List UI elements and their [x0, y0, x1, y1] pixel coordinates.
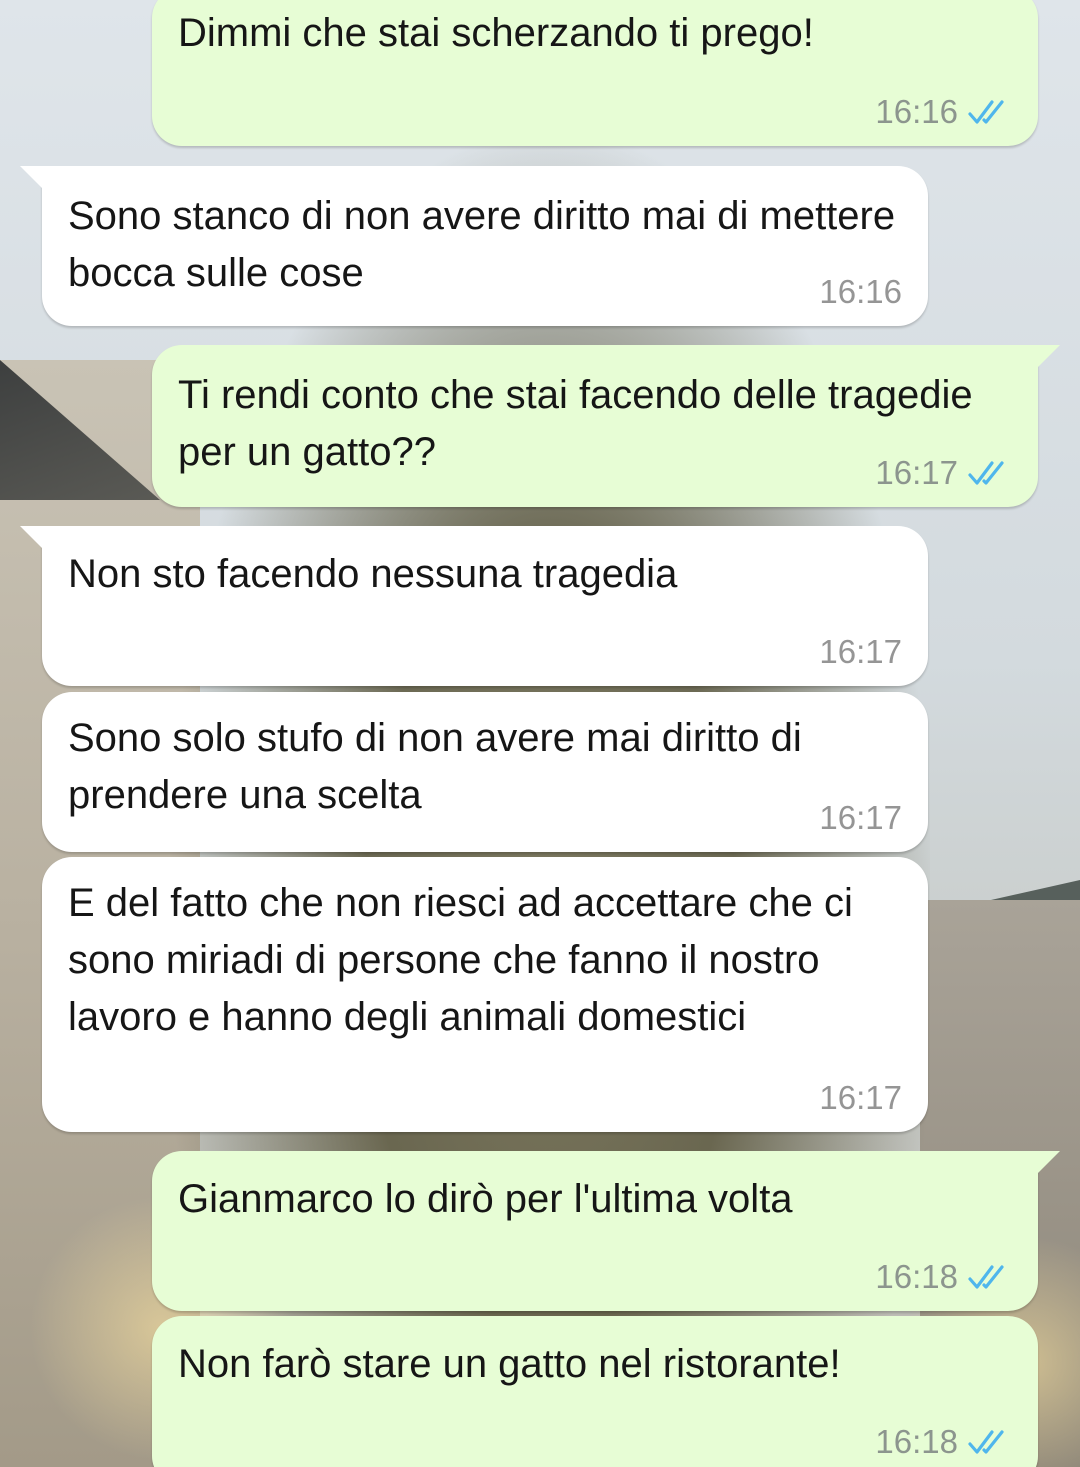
- message-bubble-incoming[interactable]: Non sto facendo nessuna tragedia 16:17: [20, 526, 928, 686]
- message-time: 16:16: [875, 93, 958, 130]
- message-text: Gianmarco lo dirò per l'ultima volta: [178, 1177, 793, 1221]
- message-meta: 16:18: [875, 1257, 1012, 1297]
- bubble-tail: [1036, 345, 1060, 369]
- message-text: Dimmi che stai scherzando ti prego!: [178, 11, 814, 55]
- message-bubble-outgoing[interactable]: Gianmarco lo dirò per l'ultima volta 16:…: [152, 1151, 1060, 1311]
- message-time: 16:17: [819, 799, 902, 836]
- message-meta: 16:16: [875, 92, 1012, 132]
- message-bubble-outgoing[interactable]: Non farò stare un gatto nel ristorante! …: [152, 1316, 1038, 1467]
- message-meta: 16:18: [875, 1422, 1012, 1462]
- message-text: Sono solo stufo di non avere mai diritto…: [68, 716, 813, 817]
- message-bubble-incoming[interactable]: Sono stanco di non avere diritto mai di …: [20, 166, 928, 326]
- message-bubble-incoming[interactable]: E del fatto che non riesci ad accettare …: [42, 857, 928, 1132]
- message-bubble-outgoing[interactable]: Dimmi che stai scherzando ti prego! 16:1…: [152, 0, 1038, 146]
- message-meta: 16:17: [819, 1078, 902, 1118]
- message-time: 16:16: [819, 273, 902, 310]
- message-time: 16:17: [819, 1079, 902, 1116]
- message-meta: 16:16: [819, 272, 902, 312]
- message-time: 16:17: [875, 454, 958, 491]
- message-text: E del fatto che non riesci ad accettare …: [68, 881, 865, 1039]
- message-text: Non sto facendo nessuna tragedia: [68, 552, 678, 596]
- message-time: 16:18: [875, 1423, 958, 1460]
- bubble-tail: [20, 166, 44, 190]
- double-check-read-icon: [968, 98, 1012, 126]
- chat-conversation: Dimmi che stai scherzando ti prego! 16:1…: [0, 0, 1080, 1467]
- message-meta: 16:17: [875, 453, 1012, 493]
- message-text: Sono stanco di non avere diritto mai di …: [68, 194, 907, 295]
- message-time: 16:18: [875, 1258, 958, 1295]
- double-check-read-icon: [968, 1428, 1012, 1456]
- message-bubble-incoming[interactable]: Sono solo stufo di non avere mai diritto…: [42, 692, 928, 852]
- message-meta: 16:17: [819, 798, 902, 838]
- message-bubble-outgoing[interactable]: Ti rendi conto che stai facendo delle tr…: [152, 345, 1060, 507]
- message-time: 16:17: [819, 633, 902, 670]
- double-check-read-icon: [968, 459, 1012, 487]
- double-check-read-icon: [968, 1263, 1012, 1291]
- message-text: Non farò stare un gatto nel ristorante!: [178, 1342, 841, 1386]
- message-meta: 16:17: [819, 632, 902, 672]
